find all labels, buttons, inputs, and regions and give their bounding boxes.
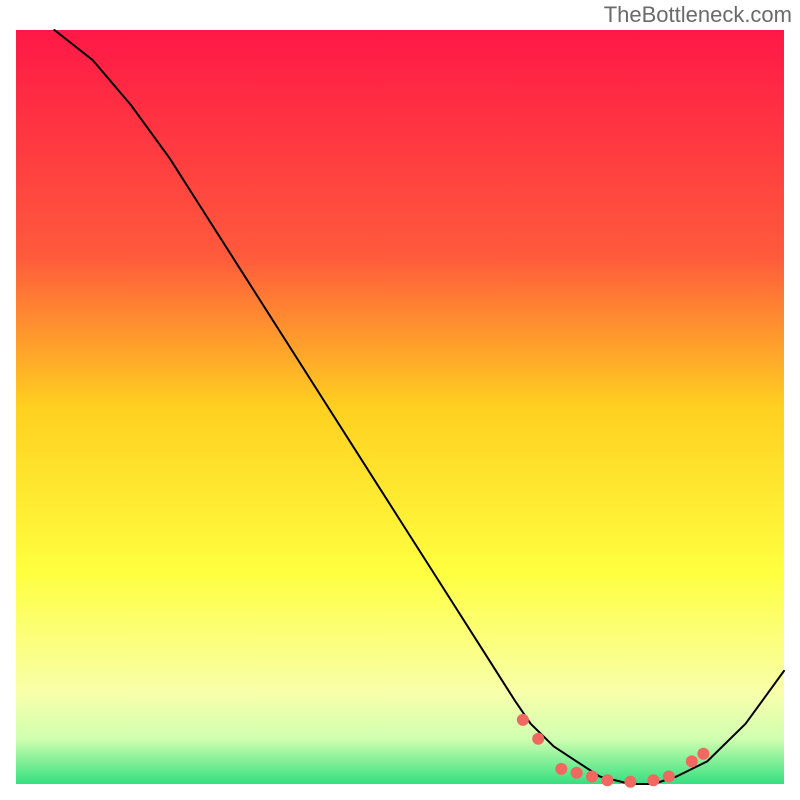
marker-point — [532, 733, 544, 745]
marker-point — [663, 771, 675, 783]
marker-point — [624, 776, 636, 788]
gradient-background — [16, 30, 784, 784]
chart-container: TheBottleneck.com — [0, 0, 800, 800]
marker-point — [686, 755, 698, 767]
marker-point — [586, 771, 598, 783]
marker-point — [647, 774, 659, 786]
watermark-text: TheBottleneck.com — [604, 2, 792, 28]
chart-svg — [0, 0, 800, 800]
marker-point — [571, 767, 583, 779]
marker-point — [555, 763, 567, 775]
marker-point — [697, 748, 709, 760]
marker-point — [601, 774, 613, 786]
marker-point — [517, 714, 529, 726]
